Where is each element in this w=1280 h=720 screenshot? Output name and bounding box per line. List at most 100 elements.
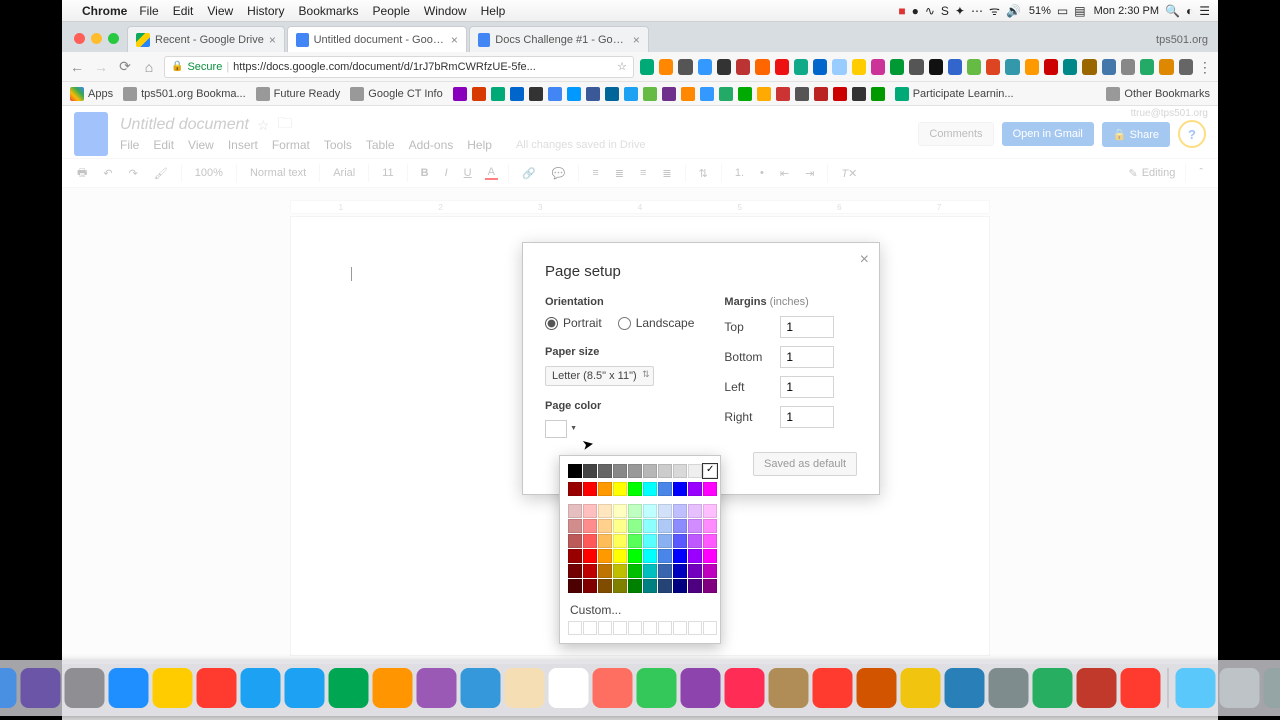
custom-color-slot[interactable] bbox=[583, 621, 597, 635]
back-button[interactable]: ← bbox=[68, 59, 86, 75]
color-swatch[interactable] bbox=[628, 549, 642, 563]
close-tab-icon[interactable]: × bbox=[633, 33, 640, 47]
color-swatch[interactable] bbox=[673, 519, 687, 533]
color-swatch[interactable] bbox=[703, 549, 717, 563]
bookmark-folder[interactable]: Future Ready bbox=[256, 87, 341, 101]
extension-icon[interactable] bbox=[1140, 59, 1154, 75]
bookmark-icon[interactable] bbox=[795, 87, 809, 101]
extension-icon[interactable] bbox=[1025, 59, 1039, 75]
color-swatch[interactable] bbox=[688, 482, 702, 496]
profile-label[interactable]: tps501.org bbox=[1156, 34, 1218, 52]
bookmark-folder[interactable]: Google CT Info bbox=[350, 87, 442, 101]
color-swatch[interactable] bbox=[598, 564, 612, 578]
bookmark-icon[interactable] bbox=[491, 87, 505, 101]
bookmark-icon[interactable] bbox=[624, 87, 638, 101]
extension-icon[interactable] bbox=[640, 59, 654, 75]
color-swatch[interactable] bbox=[673, 549, 687, 563]
docs-menu-tools[interactable]: Tools bbox=[324, 138, 352, 152]
color-swatch[interactable] bbox=[598, 534, 612, 548]
undo-icon[interactable]: ↶ bbox=[100, 167, 115, 180]
status-icon[interactable]: ● bbox=[912, 4, 919, 18]
bookmark-icon[interactable] bbox=[852, 87, 866, 101]
notification-center-icon[interactable]: ☰ bbox=[1199, 4, 1210, 18]
color-swatch[interactable] bbox=[643, 579, 657, 593]
color-swatch[interactable] bbox=[583, 549, 597, 563]
extension-icon[interactable] bbox=[1159, 59, 1173, 75]
color-swatch[interactable] bbox=[703, 534, 717, 548]
bookmark-icon[interactable] bbox=[662, 87, 676, 101]
share-button[interactable]: 🔒 Share bbox=[1102, 122, 1170, 147]
dock-app-icon[interactable] bbox=[21, 668, 61, 708]
color-swatch[interactable] bbox=[643, 534, 657, 548]
margin-right-input[interactable] bbox=[780, 406, 834, 428]
user-icon[interactable]: ◐ bbox=[1186, 4, 1193, 18]
dock-app-icon[interactable] bbox=[901, 668, 941, 708]
color-swatch[interactable] bbox=[598, 482, 612, 496]
custom-color-slot[interactable] bbox=[568, 621, 582, 635]
margin-left-input[interactable] bbox=[780, 376, 834, 398]
dock-app-icon[interactable] bbox=[505, 668, 545, 708]
color-swatch[interactable] bbox=[688, 504, 702, 518]
extension-icon[interactable] bbox=[794, 59, 808, 75]
menu-edit[interactable]: Edit bbox=[173, 4, 194, 18]
spotlight-icon[interactable]: 🔍 bbox=[1165, 4, 1180, 18]
status-icon[interactable]: S bbox=[941, 4, 949, 18]
color-swatch[interactable] bbox=[658, 482, 672, 496]
other-bookmarks[interactable]: Other Bookmarks bbox=[1106, 87, 1210, 101]
dock-app-icon[interactable] bbox=[241, 668, 281, 708]
portrait-radio-input[interactable] bbox=[545, 317, 558, 330]
wifi-icon[interactable]: ᯤ bbox=[989, 2, 1000, 19]
document-title[interactable]: Untitled document bbox=[120, 116, 249, 134]
docs-menu-help[interactable]: Help bbox=[467, 138, 492, 152]
color-swatch[interactable] bbox=[613, 519, 627, 533]
color-swatch[interactable] bbox=[583, 564, 597, 578]
omnibox[interactable]: 🔒 Secure | https://docs.google.com/docum… bbox=[164, 56, 634, 78]
color-swatch[interactable] bbox=[568, 564, 582, 578]
color-swatch[interactable] bbox=[643, 564, 657, 578]
extension-icon[interactable] bbox=[929, 59, 943, 75]
custom-color-slot[interactable] bbox=[658, 621, 672, 635]
align-right-icon[interactable]: ≡ bbox=[637, 167, 649, 179]
extension-icon[interactable] bbox=[813, 59, 827, 75]
color-swatch[interactable] bbox=[658, 504, 672, 518]
star-icon[interactable]: ☆ bbox=[257, 117, 270, 134]
color-swatch[interactable] bbox=[598, 519, 612, 533]
color-swatch[interactable] bbox=[628, 482, 642, 496]
saved-as-default-button[interactable]: Saved as default bbox=[753, 452, 857, 476]
dock-app-icon[interactable] bbox=[989, 668, 1029, 708]
dock-app-icon[interactable] bbox=[109, 668, 149, 708]
landscape-radio[interactable]: Landscape bbox=[618, 316, 695, 330]
portrait-radio[interactable]: Portrait bbox=[545, 316, 602, 330]
bookmark-icon[interactable] bbox=[548, 87, 562, 101]
dock-app-icon[interactable] bbox=[65, 668, 105, 708]
color-swatch[interactable] bbox=[688, 534, 702, 548]
extension-icon[interactable] bbox=[755, 59, 769, 75]
color-swatch[interactable] bbox=[613, 464, 627, 478]
align-center-icon[interactable]: ≣ bbox=[612, 167, 627, 180]
extension-icon[interactable] bbox=[736, 59, 750, 75]
color-swatch[interactable] bbox=[598, 504, 612, 518]
dock-app-icon[interactable] bbox=[461, 668, 501, 708]
color-swatch[interactable] bbox=[628, 464, 642, 478]
color-swatch[interactable] bbox=[613, 534, 627, 548]
color-swatch[interactable] bbox=[568, 534, 582, 548]
color-swatch[interactable] bbox=[658, 549, 672, 563]
extension-icon[interactable] bbox=[986, 59, 1000, 75]
dock-app-icon[interactable] bbox=[1176, 668, 1216, 708]
paint-format-icon[interactable]: 🖌 bbox=[151, 167, 171, 180]
browser-tab[interactable]: Recent - Google Drive × bbox=[127, 26, 285, 52]
bookmark-icon[interactable] bbox=[719, 87, 733, 101]
bookmark-icon[interactable] bbox=[453, 87, 467, 101]
extension-icon[interactable] bbox=[1063, 59, 1077, 75]
docs-menu-addons[interactable]: Add-ons bbox=[409, 138, 454, 152]
dock-app-icon[interactable] bbox=[197, 668, 237, 708]
dock-app-icon[interactable] bbox=[0, 668, 17, 708]
extension-icon[interactable] bbox=[775, 59, 789, 75]
extension-icon[interactable] bbox=[717, 59, 731, 75]
fullscreen-window-button[interactable] bbox=[108, 33, 119, 44]
extension-icon[interactable] bbox=[871, 59, 885, 75]
status-icon[interactable]: ∿ bbox=[925, 4, 935, 18]
color-swatch[interactable] bbox=[658, 534, 672, 548]
numbered-list-icon[interactable]: 1. bbox=[732, 167, 747, 179]
zoom-select[interactable]: 100% bbox=[192, 167, 226, 179]
